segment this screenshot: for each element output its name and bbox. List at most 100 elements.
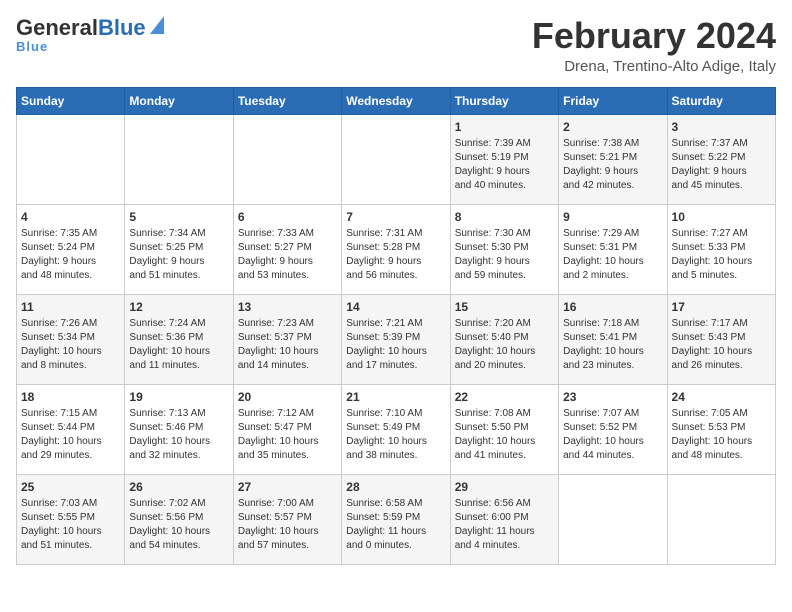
day-number: 9 <box>563 209 662 226</box>
day-number: 27 <box>238 479 337 496</box>
day-info: Sunset: 5:28 PM <box>346 241 445 255</box>
page-header: GeneralBlue Blue February 2024 Drena, Tr… <box>16 16 776 75</box>
day-info: Sunrise: 7:02 AM <box>129 497 228 511</box>
day-info: Daylight: 10 hours <box>238 345 337 359</box>
weekday-header-thursday: Thursday <box>450 87 558 114</box>
day-number: 24 <box>672 389 771 406</box>
calendar-cell: 2Sunrise: 7:38 AMSunset: 5:21 PMDaylight… <box>559 114 667 204</box>
day-info: Sunset: 5:19 PM <box>455 151 554 165</box>
day-info: Daylight: 10 hours <box>129 525 228 539</box>
day-info: and 38 minutes. <box>346 449 445 463</box>
calendar-table: SundayMondayTuesdayWednesdayThursdayFrid… <box>16 87 776 565</box>
day-info: and 40 minutes. <box>455 179 554 193</box>
day-info: Sunrise: 7:00 AM <box>238 497 337 511</box>
day-info: Sunrise: 7:37 AM <box>672 137 771 151</box>
day-number: 25 <box>21 479 120 496</box>
calendar-cell: 3Sunrise: 7:37 AMSunset: 5:22 PMDaylight… <box>667 114 775 204</box>
weekday-header-tuesday: Tuesday <box>233 87 341 114</box>
calendar-cell <box>233 114 341 204</box>
day-info: and 42 minutes. <box>563 179 662 193</box>
day-info: Sunrise: 7:20 AM <box>455 317 554 331</box>
day-info: Daylight: 10 hours <box>672 345 771 359</box>
day-info: Daylight: 9 hours <box>346 255 445 269</box>
calendar-cell: 10Sunrise: 7:27 AMSunset: 5:33 PMDayligh… <box>667 204 775 294</box>
day-info: and 54 minutes. <box>129 539 228 553</box>
day-info: Daylight: 10 hours <box>238 435 337 449</box>
calendar-cell: 20Sunrise: 7:12 AMSunset: 5:47 PMDayligh… <box>233 384 341 474</box>
day-info: and 44 minutes. <box>563 449 662 463</box>
day-info: Sunset: 5:25 PM <box>129 241 228 255</box>
day-info: Daylight: 10 hours <box>455 345 554 359</box>
day-info: Sunrise: 7:05 AM <box>672 407 771 421</box>
day-info: Daylight: 10 hours <box>672 255 771 269</box>
day-info: Sunrise: 7:21 AM <box>346 317 445 331</box>
day-info: and 45 minutes. <box>672 179 771 193</box>
day-info: and 0 minutes. <box>346 539 445 553</box>
day-info: Sunset: 5:46 PM <box>129 421 228 435</box>
day-number: 26 <box>129 479 228 496</box>
day-info: Sunrise: 7:18 AM <box>563 317 662 331</box>
day-info: and 41 minutes. <box>455 449 554 463</box>
calendar-cell: 17Sunrise: 7:17 AMSunset: 5:43 PMDayligh… <box>667 294 775 384</box>
day-info: Daylight: 9 hours <box>21 255 120 269</box>
calendar-cell: 18Sunrise: 7:15 AMSunset: 5:44 PMDayligh… <box>17 384 125 474</box>
day-info: Sunrise: 6:58 AM <box>346 497 445 511</box>
day-info: Sunrise: 7:38 AM <box>563 137 662 151</box>
day-number: 15 <box>455 299 554 316</box>
day-number: 22 <box>455 389 554 406</box>
day-info: Daylight: 10 hours <box>129 345 228 359</box>
calendar-cell: 14Sunrise: 7:21 AMSunset: 5:39 PMDayligh… <box>342 294 450 384</box>
weekday-header-friday: Friday <box>559 87 667 114</box>
day-info: Daylight: 9 hours <box>672 165 771 179</box>
day-info: and 59 minutes. <box>455 269 554 283</box>
logo-blue: Blue <box>98 15 146 40</box>
day-info: Sunrise: 7:10 AM <box>346 407 445 421</box>
calendar-cell <box>125 114 233 204</box>
day-info: Sunset: 5:40 PM <box>455 331 554 345</box>
day-info: Sunrise: 7:35 AM <box>21 227 120 241</box>
day-info: Sunrise: 7:23 AM <box>238 317 337 331</box>
day-info: Sunset: 5:39 PM <box>346 331 445 345</box>
day-info: Daylight: 10 hours <box>563 255 662 269</box>
day-number: 11 <box>21 299 120 316</box>
day-info: Sunset: 5:55 PM <box>21 511 120 525</box>
day-info: and 17 minutes. <box>346 359 445 373</box>
day-info: Sunset: 5:43 PM <box>672 331 771 345</box>
day-info: Sunrise: 7:15 AM <box>21 407 120 421</box>
day-info: Sunset: 5:41 PM <box>563 331 662 345</box>
day-number: 12 <box>129 299 228 316</box>
day-info: Sunrise: 7:07 AM <box>563 407 662 421</box>
day-info: Sunrise: 7:12 AM <box>238 407 337 421</box>
calendar-cell <box>17 114 125 204</box>
week-row-3: 11Sunrise: 7:26 AMSunset: 5:34 PMDayligh… <box>17 294 776 384</box>
day-number: 4 <box>21 209 120 226</box>
calendar-cell: 1Sunrise: 7:39 AMSunset: 5:19 PMDaylight… <box>450 114 558 204</box>
calendar-cell: 27Sunrise: 7:00 AMSunset: 5:57 PMDayligh… <box>233 474 341 564</box>
day-info: and 11 minutes. <box>129 359 228 373</box>
day-number: 17 <box>672 299 771 316</box>
day-info: Sunrise: 7:13 AM <box>129 407 228 421</box>
calendar-cell: 12Sunrise: 7:24 AMSunset: 5:36 PMDayligh… <box>125 294 233 384</box>
calendar-cell: 16Sunrise: 7:18 AMSunset: 5:41 PMDayligh… <box>559 294 667 384</box>
day-info: Sunset: 5:27 PM <box>238 241 337 255</box>
day-number: 20 <box>238 389 337 406</box>
day-info: Sunrise: 7:34 AM <box>129 227 228 241</box>
calendar-subtitle: Drena, Trentino-Alto Adige, Italy <box>532 58 776 75</box>
logo-triangle-icon <box>150 16 164 39</box>
day-info: Sunrise: 7:29 AM <box>563 227 662 241</box>
week-row-4: 18Sunrise: 7:15 AMSunset: 5:44 PMDayligh… <box>17 384 776 474</box>
day-info: Sunrise: 7:24 AM <box>129 317 228 331</box>
day-info: and 53 minutes. <box>238 269 337 283</box>
day-number: 23 <box>563 389 662 406</box>
calendar-cell: 22Sunrise: 7:08 AMSunset: 5:50 PMDayligh… <box>450 384 558 474</box>
calendar-cell: 4Sunrise: 7:35 AMSunset: 5:24 PMDaylight… <box>17 204 125 294</box>
day-info: and 48 minutes. <box>672 449 771 463</box>
day-info: Daylight: 11 hours <box>455 525 554 539</box>
day-info: Sunset: 5:49 PM <box>346 421 445 435</box>
day-info: Daylight: 10 hours <box>346 345 445 359</box>
day-info: and 20 minutes. <box>455 359 554 373</box>
day-info: and 57 minutes. <box>238 539 337 553</box>
day-info: Sunset: 5:57 PM <box>238 511 337 525</box>
weekday-header-row: SundayMondayTuesdayWednesdayThursdayFrid… <box>17 87 776 114</box>
day-info: and 51 minutes. <box>129 269 228 283</box>
